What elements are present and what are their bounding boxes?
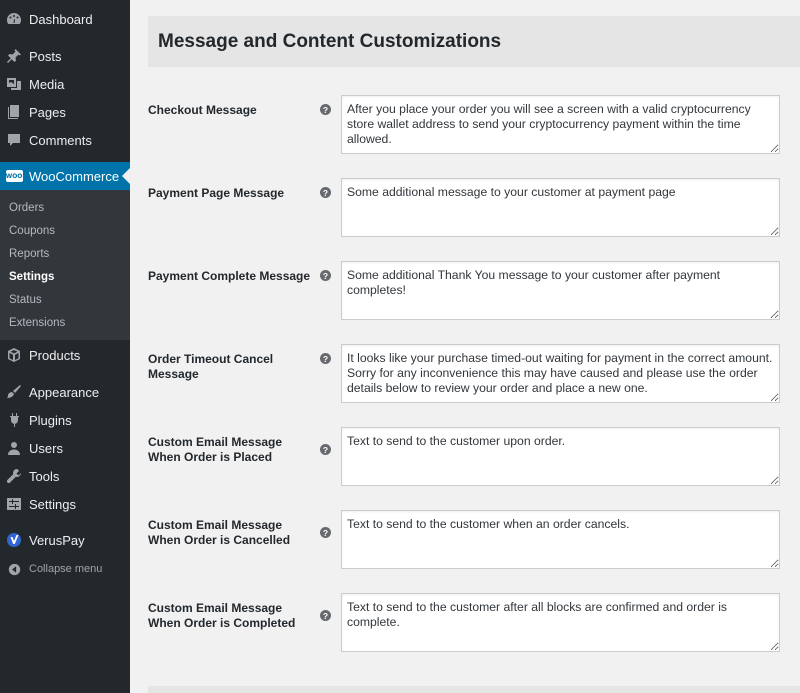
menu-woocommerce[interactable]: WOO WooCommerce <box>0 162 130 190</box>
menu-settings[interactable]: Settings <box>0 490 130 518</box>
menu-dashboard[interactable]: Dashboard <box>0 5 130 33</box>
submenu-coupons[interactable]: Coupons <box>9 225 55 237</box>
menu-media-label: Media <box>29 76 65 92</box>
help-tip-icon[interactable]: ? <box>320 270 331 281</box>
menu-tools[interactable]: Tools <box>0 462 130 490</box>
collapse-arrow-icon <box>0 555 28 583</box>
comment-bubble-icon <box>0 126 28 154</box>
menu-posts-label: Posts <box>29 48 62 64</box>
menu-plugins[interactable]: Plugins <box>0 406 130 434</box>
menu-users[interactable]: Users <box>0 434 130 462</box>
email-order-placed-label: Custom Email Message When Order is Place… <box>148 435 283 464</box>
help-tip-icon[interactable]: ? <box>320 610 331 621</box>
active-menu-arrow <box>122 168 130 184</box>
menu-products-label: Products <box>29 347 81 363</box>
order-timeout-cancel-message-label: Order Timeout Cancel Message <box>148 352 274 381</box>
checkout-message-label: Checkout Message <box>148 103 257 117</box>
menu-posts[interactable]: Posts <box>0 42 130 70</box>
section-title: Message and Content Customizations <box>158 30 502 52</box>
section-header: Message and Content Customizations <box>148 16 800 67</box>
paintbrush-icon <box>0 378 28 406</box>
dashboard-icon <box>0 5 28 33</box>
menu-comments-label: Comments <box>29 132 92 148</box>
wrench-icon <box>0 462 28 490</box>
menu-media[interactable]: Media <box>0 70 130 98</box>
email-order-cancelled-label: Custom Email Message When Order is Cance… <box>148 518 291 547</box>
payment-page-message-label: Payment Page Message <box>148 186 285 200</box>
email-order-placed-textarea[interactable]: Text to send to the customer upon order. <box>341 427 780 486</box>
help-tip-icon[interactable]: ? <box>320 444 331 455</box>
menu-dashboard-label: Dashboard <box>29 11 93 27</box>
menu-woocommerce-label: WooCommerce <box>29 168 120 184</box>
pushpin-icon <box>0 42 28 70</box>
submenu-status[interactable]: Status <box>9 294 42 306</box>
menu-appearance[interactable]: Appearance <box>0 378 130 406</box>
checkout-message-textarea[interactable]: After you place your order you will see … <box>341 95 780 154</box>
plug-icon <box>0 406 28 434</box>
email-order-completed-label: Custom Email Message When Order is Compl… <box>148 601 296 630</box>
veruspay-logo-icon <box>0 526 28 554</box>
menu-tools-label: Tools <box>29 468 60 484</box>
next-section-header <box>148 686 800 693</box>
email-order-cancelled-textarea[interactable]: Text to send to the customer when an ord… <box>341 510 780 569</box>
menu-users-label: Users <box>29 440 63 456</box>
menu-products[interactable]: Products <box>0 341 130 369</box>
help-tip-icon[interactable]: ? <box>320 527 331 538</box>
admin-sidebar: Dashboard Posts Media Pages Comments WOO… <box>0 0 130 693</box>
email-order-completed-textarea[interactable]: Text to send to the customer after all b… <box>341 593 780 652</box>
menu-comments[interactable]: Comments <box>0 126 130 154</box>
help-tip-icon[interactable]: ? <box>320 187 331 198</box>
pages-icon <box>0 98 28 126</box>
settings-sliders-icon <box>0 490 28 518</box>
menu-appearance-label: Appearance <box>29 384 100 400</box>
box-icon <box>0 341 28 369</box>
woocommerce-submenu: Orders Coupons Reports Settings Status E… <box>0 190 130 340</box>
submenu-orders[interactable]: Orders <box>9 202 44 214</box>
payment-complete-message-label: Payment Complete Message <box>148 269 311 283</box>
menu-pages-label: Pages <box>29 104 66 120</box>
submenu-settings[interactable]: Settings <box>9 271 54 283</box>
help-tip-icon[interactable]: ? <box>320 104 331 115</box>
settings-content: Message and Content Customizations Check… <box>148 0 800 693</box>
menu-plugins-label: Plugins <box>29 412 72 428</box>
submenu-extensions[interactable]: Extensions <box>9 317 65 329</box>
menu-veruspay[interactable]: VerusPay <box>0 526 130 554</box>
order-timeout-cancel-message-textarea[interactable]: It looks like your purchase timed-out wa… <box>341 344 780 403</box>
payment-page-message-textarea[interactable]: Some additional message to your customer… <box>341 178 780 237</box>
menu-pages[interactable]: Pages <box>0 98 130 126</box>
collapse-menu-label: Collapse menu <box>29 563 103 575</box>
media-icon <box>0 70 28 98</box>
menu-settings-label: Settings <box>29 496 76 512</box>
submenu-reports[interactable]: Reports <box>9 248 49 260</box>
help-tip-icon[interactable]: ? <box>320 353 331 364</box>
woocommerce-icon: WOO <box>0 162 28 190</box>
collapse-menu-button[interactable]: Collapse menu <box>0 555 130 583</box>
user-icon <box>0 434 28 462</box>
payment-complete-message-textarea[interactable]: Some additional Thank You message to you… <box>341 261 780 320</box>
menu-veruspay-label: VerusPay <box>29 532 85 548</box>
